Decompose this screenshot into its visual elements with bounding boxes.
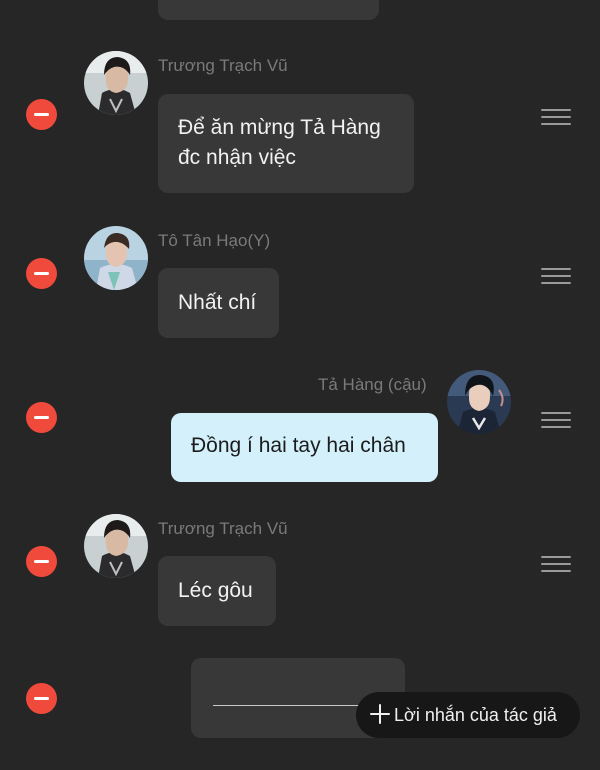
drag-handle-icon[interactable] (541, 107, 571, 127)
avatar (84, 51, 148, 115)
message-bubble-partial-top (158, 0, 379, 20)
message-text-line: Để ăn mừng Tả Hàng (178, 116, 381, 139)
author-note-label: Lời nhắn của tác giả (394, 705, 557, 725)
remove-message-button[interactable] (26, 402, 57, 433)
message-text-line: đc nhận việc (178, 146, 296, 169)
speaker-name: Tả Hàng (cậu) (318, 375, 427, 394)
message-text-line: Léc gôu (178, 579, 253, 602)
remove-message-button[interactable] (26, 683, 57, 714)
avatar (447, 370, 511, 434)
message-bubble[interactable]: Nhất chí (158, 268, 279, 338)
message-text-line: Đồng í hai tay hai chân (191, 434, 406, 457)
plus-icon (370, 704, 390, 724)
author-note-button[interactable]: Lời nhắn của tác giả (356, 692, 580, 738)
message-bubble[interactable]: Léc gôu (158, 556, 276, 626)
drag-handle-icon[interactable] (541, 410, 571, 430)
speaker-name: Trương Trạch Vũ (158, 519, 288, 538)
avatar (84, 514, 148, 578)
avatar (84, 226, 148, 290)
drag-handle-icon[interactable] (541, 266, 571, 286)
remove-message-button[interactable] (26, 99, 57, 130)
remove-message-button[interactable] (26, 546, 57, 577)
remove-message-button[interactable] (26, 258, 57, 289)
message-bubble-self[interactable]: Đồng í hai tay hai chân (171, 413, 438, 482)
speaker-name: Tô Tân Hạo(Y) (158, 231, 271, 250)
message-text-line: Nhất chí (178, 291, 257, 314)
speaker-name: Trương Trạch Vũ (158, 56, 288, 75)
message-bubble[interactable]: Để ăn mừng Tả Hàng đc nhận việc (158, 94, 414, 193)
drag-handle-icon[interactable] (541, 554, 571, 574)
